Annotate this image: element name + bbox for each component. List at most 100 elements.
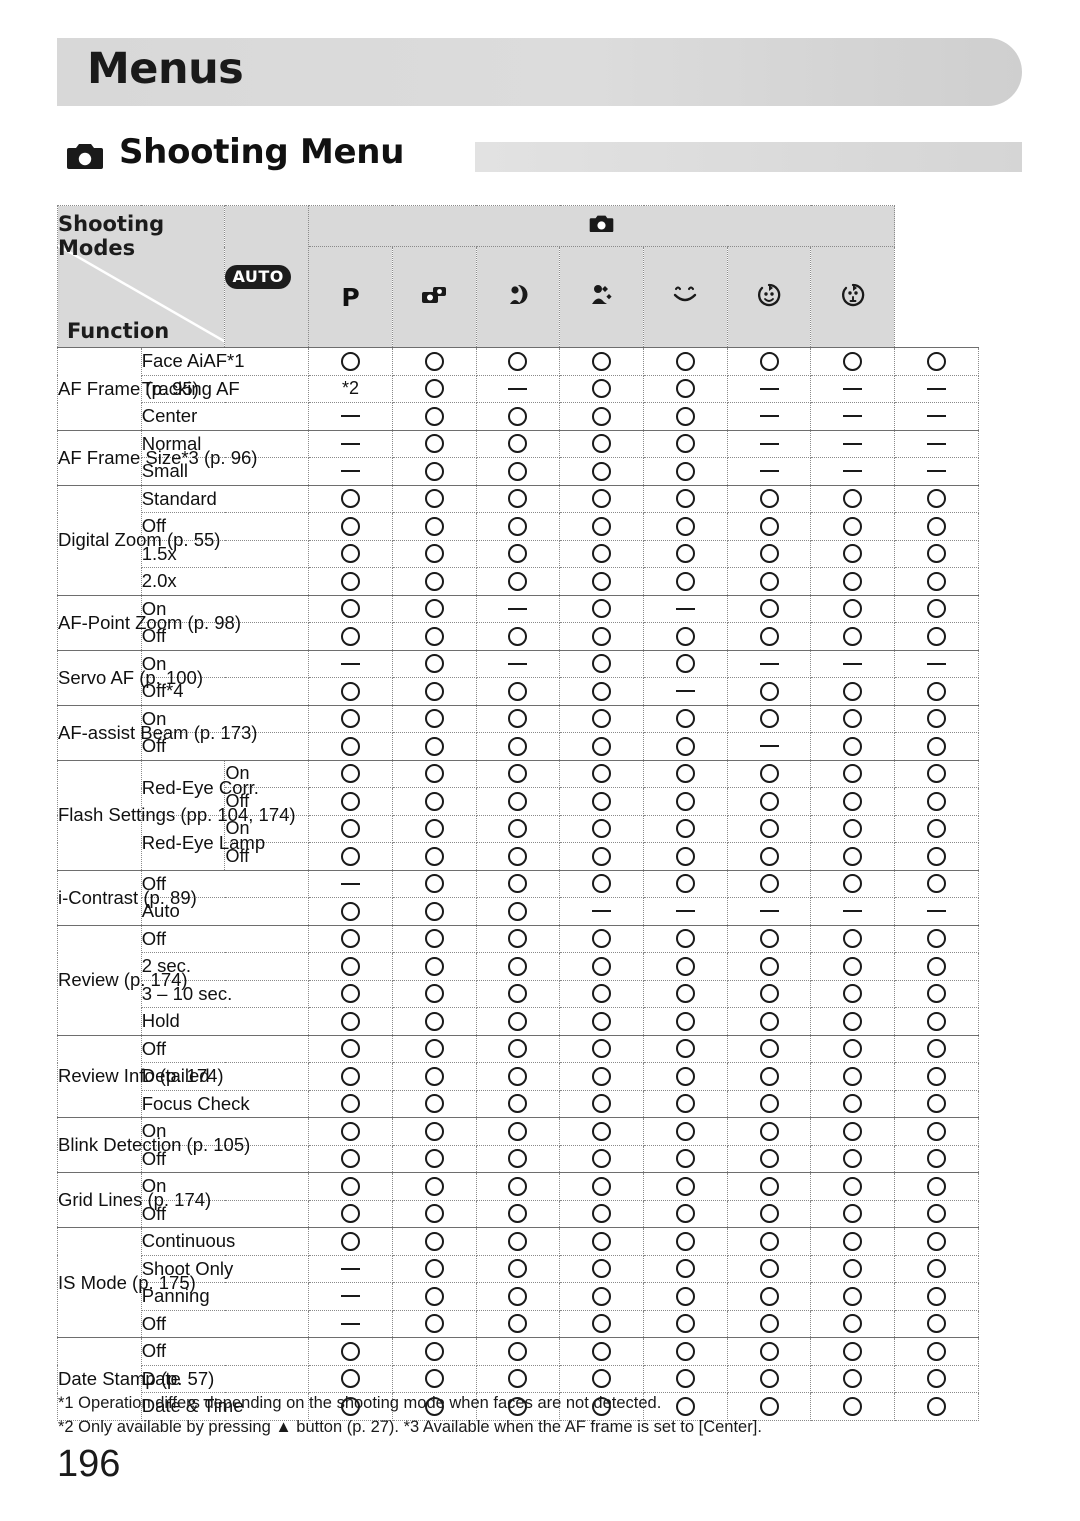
mark-unavailable (341, 1267, 361, 1270)
mark-available (759, 819, 779, 839)
value-cell (308, 512, 393, 541)
mark-available (424, 1011, 444, 1031)
value-cell (308, 979, 393, 1008)
value-cell (726, 539, 812, 568)
value-cell (391, 594, 477, 623)
value-cell (559, 1227, 645, 1256)
value-cell (894, 732, 979, 761)
mark-available (927, 791, 947, 811)
value-cell (810, 429, 896, 458)
mark-available (424, 571, 444, 591)
mark-available (341, 681, 361, 701)
value-cell (391, 1144, 477, 1173)
mark-available (508, 1341, 528, 1361)
mark-available (424, 379, 444, 399)
mark-available (843, 1176, 863, 1196)
value-cell (726, 1117, 812, 1146)
value-cell (475, 1254, 561, 1283)
option-cell: 2 sec. (140, 952, 310, 981)
value-cell (643, 457, 728, 486)
value-cell (475, 1199, 561, 1228)
mark-available (341, 929, 361, 949)
mark-available (675, 984, 695, 1004)
option-cell: 3 – 10 sec. (140, 979, 310, 1008)
mark-available (759, 1231, 779, 1251)
value-cell (391, 1007, 477, 1036)
mark-available (759, 626, 779, 646)
value-cell (559, 869, 645, 898)
value-cell (475, 759, 561, 788)
table-body: AF Frame (p. 95) Face AiAF*1 Tracking AF *2… (57, 347, 979, 1421)
mark-available (424, 956, 444, 976)
value-cell (894, 979, 979, 1008)
mark-available (592, 736, 612, 756)
value-cell (559, 457, 645, 486)
mark-available (592, 709, 612, 729)
mark-available (424, 1369, 444, 1389)
table-row: Digital Zoom (p. 55) Standard (57, 484, 979, 596)
value-cell (643, 402, 728, 431)
value-cell (475, 704, 561, 733)
value-cell (559, 567, 645, 596)
mark-available (927, 351, 947, 371)
mark-available (341, 351, 361, 371)
option-cell: Panning (140, 1282, 310, 1311)
mark-available (341, 956, 361, 976)
mark-available (592, 434, 612, 454)
function-cell: Digital Zoom (p. 55) (57, 484, 220, 596)
value-cell (726, 732, 812, 761)
mark-available (927, 709, 947, 729)
mark-unavailable (843, 662, 863, 665)
mark-unavailable (341, 415, 361, 418)
mark-available (927, 1286, 947, 1306)
mark-available (508, 1314, 528, 1334)
header-corner-cell: Shooting Modes Function (56, 205, 226, 348)
mark-available (675, 626, 695, 646)
value-cell (643, 1172, 728, 1201)
mark-available (675, 654, 695, 674)
mark-available (927, 1369, 947, 1389)
mark-available (508, 764, 528, 784)
mark-unavailable (843, 910, 863, 913)
value-cell (894, 759, 979, 788)
mark-available (424, 1039, 444, 1059)
value-cell (810, 1144, 896, 1173)
value-cell (726, 1144, 812, 1173)
mark-available (759, 489, 779, 509)
table-row: AF Frame (p. 95) Face AiAF*1 (57, 347, 979, 431)
value-cell (391, 1172, 477, 1201)
mark-available (843, 516, 863, 536)
mark-available (508, 1286, 528, 1306)
mark-available (592, 1039, 612, 1059)
value-cell (391, 1227, 477, 1256)
mark-unavailable (341, 442, 361, 445)
value-cell (643, 814, 728, 843)
mark-available (592, 571, 612, 591)
mark-available (592, 1314, 612, 1334)
value-cell (308, 1172, 393, 1201)
value-cell (726, 1227, 812, 1256)
mark-available (843, 489, 863, 509)
mark-available (592, 1094, 612, 1114)
value-cell (391, 539, 477, 568)
value-cell (308, 1144, 393, 1173)
value-cell (894, 1364, 979, 1393)
mark-available (508, 1231, 528, 1251)
mark-available (843, 1094, 863, 1114)
value-cell (475, 594, 561, 623)
value-cell (475, 1364, 561, 1393)
value-cell (559, 594, 645, 623)
value-cell (475, 979, 561, 1008)
value-cell (391, 814, 477, 843)
value-cell (475, 1144, 561, 1173)
mark-unavailable (592, 910, 612, 913)
value-cell (643, 842, 728, 871)
value-cell (391, 1254, 477, 1283)
value-cell (559, 787, 645, 816)
value-cell (894, 1227, 979, 1256)
mark-available (927, 956, 947, 976)
value-cell (308, 429, 393, 458)
value-cell (726, 512, 812, 541)
section-heading: Shooting Menu (57, 132, 1022, 181)
mark-available (759, 1094, 779, 1114)
